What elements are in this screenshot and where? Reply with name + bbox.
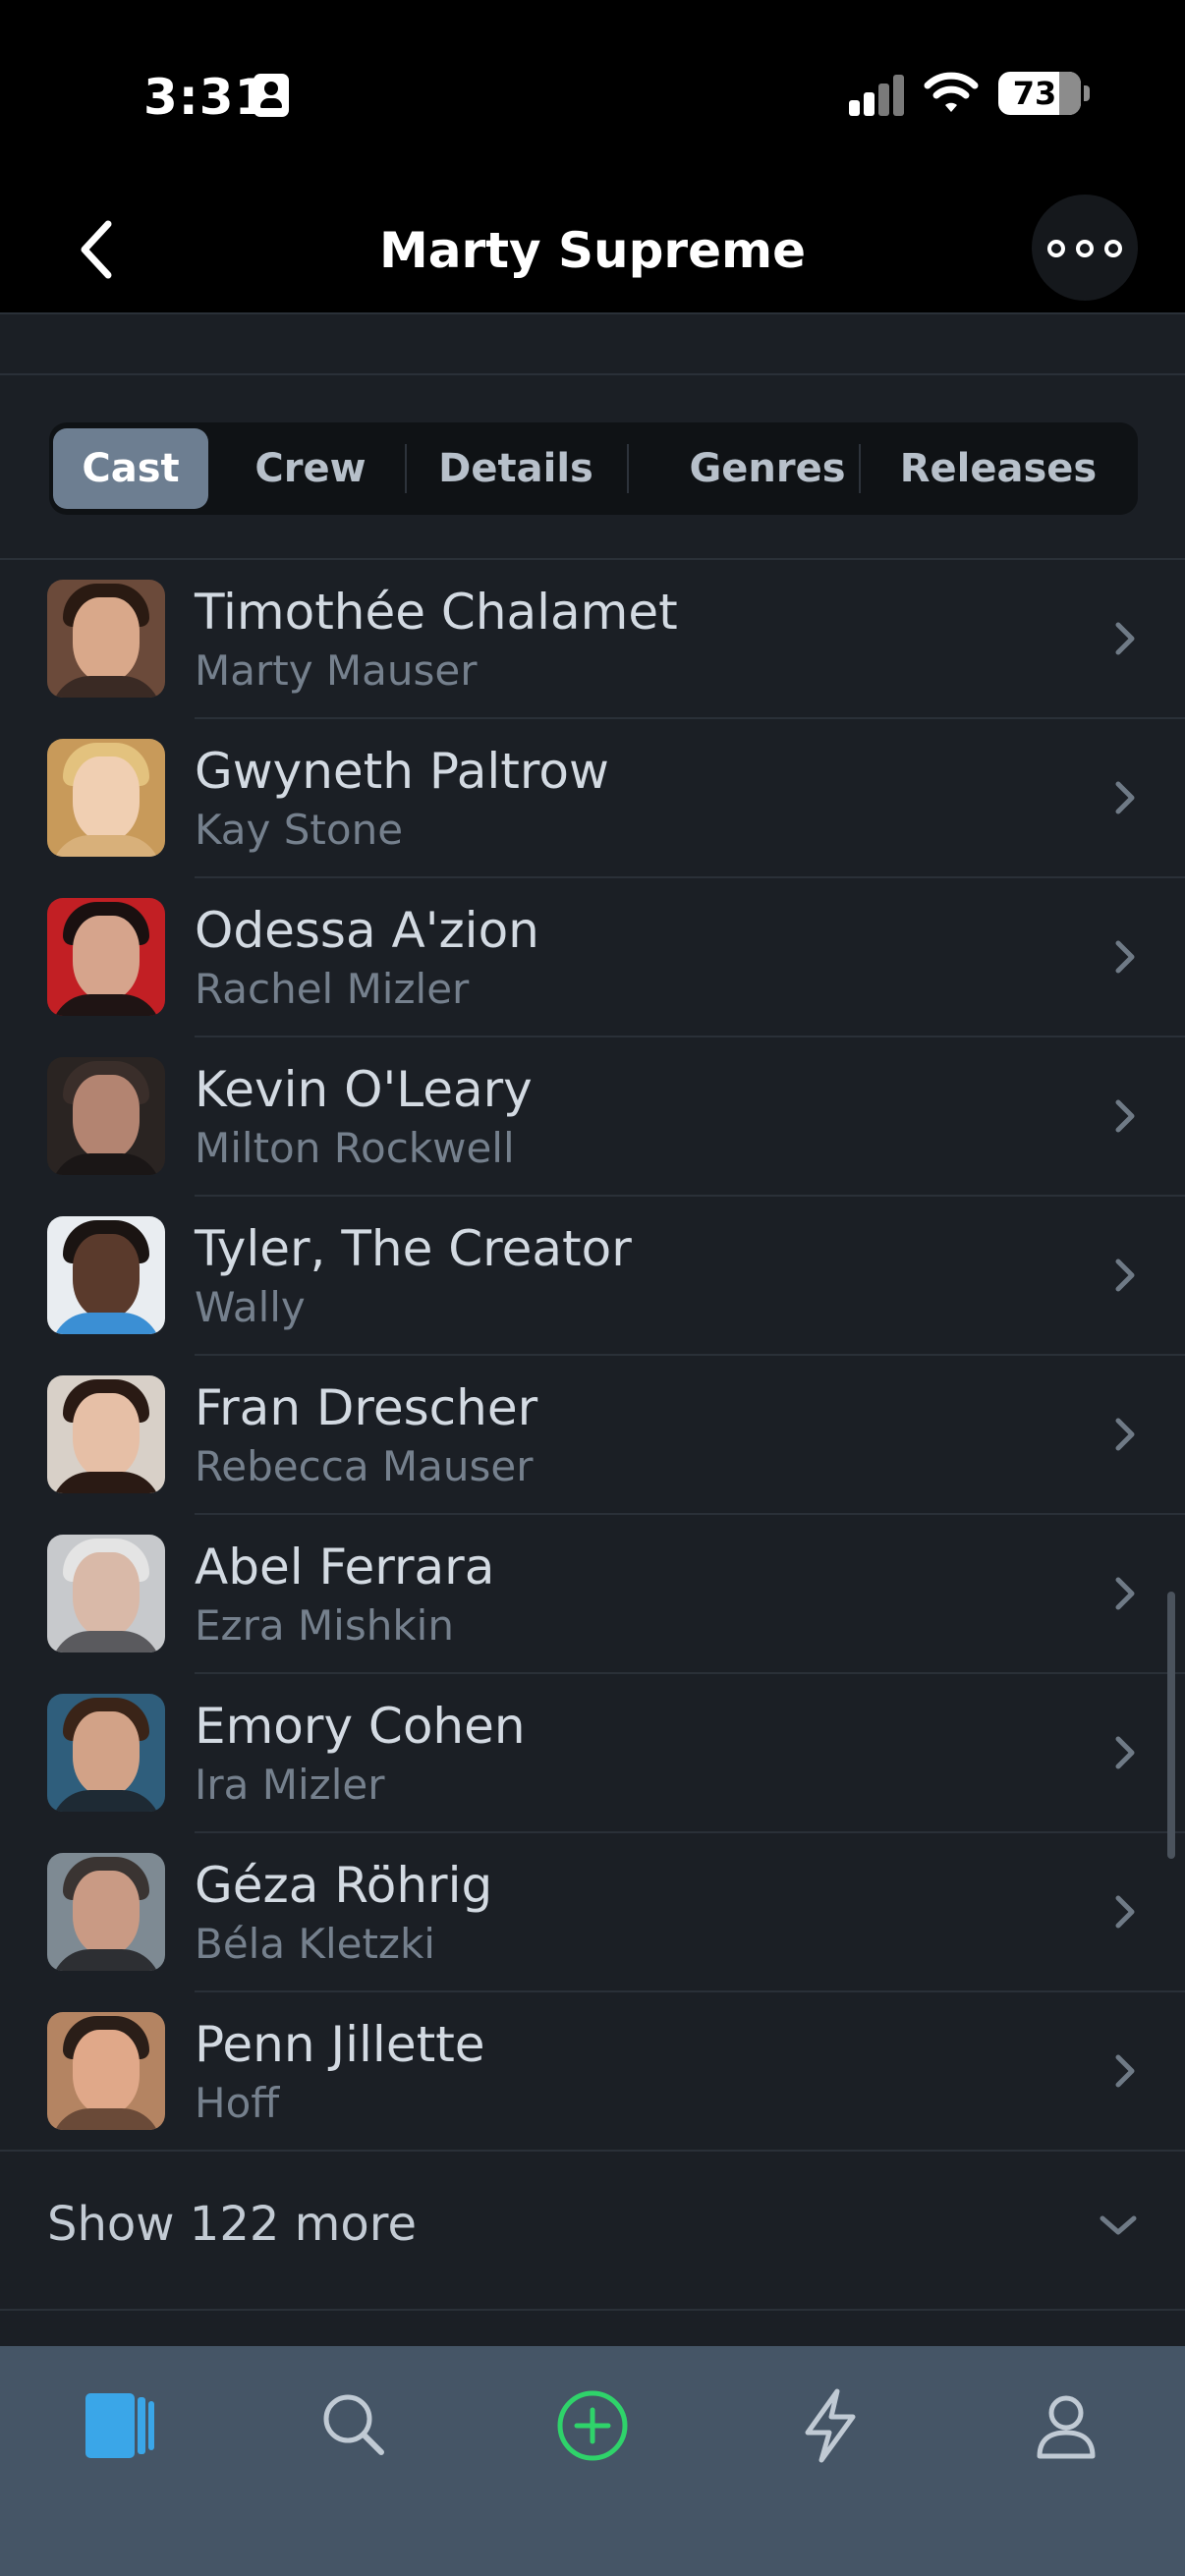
chevron-right-icon [1115, 1895, 1135, 1929]
cast-row[interactable]: Gwyneth Paltrow Kay Stone [0, 719, 1185, 878]
role-name: Rebecca Mauser [195, 1442, 534, 1490]
avatar [47, 1216, 165, 1334]
actor-name: Fran Drescher [195, 1379, 538, 1436]
bottom-tab-bar [0, 2346, 1185, 2576]
segmented-tabs: Cast Crew Details Genres Releases [49, 422, 1138, 515]
actor-name: Géza Röhrig [195, 1857, 493, 1914]
role-name: Ezra Mishkin [195, 1601, 454, 1650]
chevron-down-icon [1100, 2215, 1137, 2235]
ellipsis-icon [1047, 240, 1065, 257]
role-name: Rachel Mizler [195, 965, 470, 1013]
divider [0, 2309, 1185, 2311]
chevron-right-icon [1115, 781, 1135, 814]
status-time: 3:31 [143, 69, 270, 126]
chevron-right-icon [1115, 1259, 1135, 1292]
page-title: Marty Supreme [378, 222, 807, 279]
avatar [47, 1535, 165, 1652]
cast-row[interactable]: Emory Cohen Ira Mizler [0, 1674, 1185, 1833]
role-name: Wally [195, 1283, 306, 1331]
cast-row[interactable]: Abel Ferrara Ezra Mishkin [0, 1515, 1185, 1674]
avatar [47, 1375, 165, 1493]
role-name: Ira Mizler [195, 1761, 385, 1809]
actor-name: Gwyneth Paltrow [195, 743, 609, 800]
battery-icon: 73 [998, 72, 1081, 115]
tab-cast[interactable]: Cast [53, 428, 208, 509]
cast-row[interactable]: Kevin O'Leary Milton Rockwell [0, 1037, 1185, 1197]
cast-row[interactable]: Penn Jillette Hoff [0, 1992, 1185, 2152]
divider [0, 373, 1185, 375]
role-name: Marty Mauser [195, 646, 478, 695]
search-icon[interactable] [310, 2381, 399, 2470]
nav-header: Marty Supreme [0, 187, 1185, 312]
more-options-button[interactable] [1032, 195, 1138, 301]
avatar [47, 1694, 165, 1812]
actor-name: Penn Jillette [195, 2016, 485, 2073]
avatar [47, 580, 165, 698]
actor-name: Kevin O'Leary [195, 1061, 533, 1118]
wifi-icon [924, 72, 979, 112]
profile-icon[interactable] [1022, 2381, 1110, 2470]
avatar [47, 2012, 165, 2130]
status-bar: 3:31 73 [0, 0, 1185, 187]
show-more-button[interactable]: Show 122 more [0, 2152, 1185, 2309]
tab-crew[interactable]: Crew [214, 428, 407, 509]
cast-row[interactable]: Odessa A'zion Rachel Mizler [0, 878, 1185, 1037]
avatar [47, 898, 165, 1016]
actor-name: Tyler, The Creator [195, 1220, 632, 1277]
actor-name: Emory Cohen [195, 1698, 526, 1755]
chevron-right-icon [1115, 1577, 1135, 1610]
cast-row[interactable]: Géza Röhrig Béla Kletzki [0, 1833, 1185, 1992]
role-name: Béla Kletzki [195, 1920, 435, 1968]
signal-icon [849, 75, 906, 116]
cast-row[interactable]: Fran Drescher Rebecca Mauser [0, 1356, 1185, 1515]
chevron-right-icon [1115, 1099, 1135, 1133]
spacer-band [0, 314, 1185, 373]
chevron-right-icon [1115, 1418, 1135, 1451]
show-more-label: Show 122 more [47, 2197, 417, 2252]
role-name: Milton Rockwell [195, 1124, 515, 1172]
chevron-right-icon [1115, 940, 1135, 974]
scrollbar[interactable] [1167, 1592, 1175, 1859]
avatar [47, 739, 165, 857]
id-card-icon [254, 74, 289, 117]
actor-name: Timothée Chalamet [195, 584, 678, 641]
chevron-right-icon [1115, 1736, 1135, 1769]
role-name: Hoff [195, 2079, 280, 2127]
library-icon[interactable] [75, 2381, 163, 2470]
cast-list: Timothée Chalamet Marty Mauser Gwyneth P… [0, 560, 1185, 2152]
avatar [47, 1853, 165, 1971]
battery-level: 73 [1012, 75, 1057, 112]
avatar [47, 1057, 165, 1175]
lightning-icon[interactable] [786, 2381, 875, 2470]
chevron-right-icon [1115, 622, 1135, 655]
tab-releases[interactable]: Releases [861, 428, 1136, 509]
actor-name: Odessa A'zion [195, 902, 539, 959]
chevron-right-icon [1115, 2054, 1135, 2088]
tab-details[interactable]: Details [407, 428, 625, 509]
add-circle-icon[interactable] [548, 2381, 637, 2470]
cast-row[interactable]: Timothée Chalamet Marty Mauser [0, 560, 1185, 719]
role-name: Kay Stone [195, 806, 404, 854]
actor-name: Abel Ferrara [195, 1539, 495, 1596]
cast-row[interactable]: Tyler, The Creator Wally [0, 1197, 1185, 1356]
